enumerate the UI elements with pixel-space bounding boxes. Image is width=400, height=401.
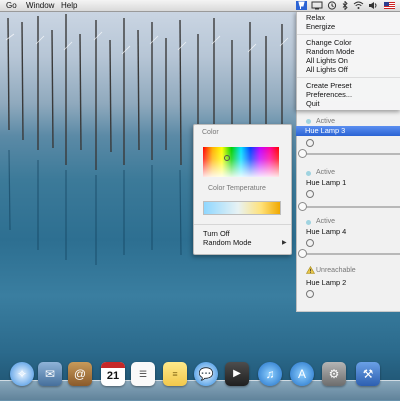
calendar-header — [101, 362, 125, 368]
brightness-slider[interactable] — [302, 153, 400, 155]
color-temperature-label: Color Temperature — [208, 185, 266, 192]
menu-item-create-preset[interactable]: Create Preset — [306, 81, 352, 90]
random-mode-submenu[interactable]: Random Mode — [203, 238, 251, 247]
gear-icon[interactable] — [306, 290, 314, 298]
brightness-slider[interactable] — [302, 206, 400, 208]
menu-bar: Go Window Help — [0, 0, 400, 12]
itunes-icon[interactable]: ♫ — [258, 362, 282, 386]
active-status-dot — [306, 171, 311, 176]
brightness-slider-knob[interactable] — [298, 249, 307, 258]
gear-icon[interactable] — [306, 190, 314, 198]
menu-separator — [297, 34, 400, 35]
notes-icon[interactable]: ≡ — [163, 362, 187, 386]
volume-icon[interactable] — [368, 1, 378, 10]
menu-help[interactable]: Help — [61, 0, 77, 11]
facetime-icon[interactable]: ▶ — [225, 362, 249, 386]
bluetooth-icon[interactable] — [341, 0, 349, 11]
menu-item-relax[interactable]: Relax — [306, 13, 325, 22]
calendar-day: 21 — [106, 370, 120, 382]
popover-separator — [194, 224, 291, 225]
menu-separator — [297, 77, 400, 78]
messages-icon[interactable]: 💬 — [194, 362, 218, 386]
menu-item-energize[interactable]: Energize — [306, 22, 335, 31]
active-status-dot — [306, 119, 311, 124]
app-store-icon[interactable]: A — [290, 362, 314, 386]
hue-dropdown-menu: Relax Energize Change Color Random Mode … — [296, 11, 400, 110]
color-label: Color — [202, 129, 219, 136]
warning-icon — [306, 266, 315, 274]
flag-icon[interactable] — [384, 1, 395, 10]
submenu-arrow-icon: ▶ — [282, 240, 287, 246]
reminders-icon[interactable]: ☰ — [131, 362, 155, 386]
lamp-status: Active — [316, 118, 336, 125]
lamp-row-selected[interactable]: Hue Lamp 3 — [296, 126, 400, 136]
active-status-dot — [306, 220, 311, 225]
menu-window[interactable]: Window — [26, 0, 54, 11]
color-spectrum-picker[interactable] — [203, 147, 279, 177]
gear-icon[interactable] — [306, 139, 314, 147]
brightness-slider[interactable] — [302, 253, 400, 255]
wifi-icon[interactable] — [353, 1, 364, 10]
turn-off-button[interactable]: Turn Off — [203, 229, 230, 238]
lamp-panel-hue-lamp-3: Active — [296, 110, 400, 163]
menu-item-preferences[interactable]: Preferences... — [306, 90, 352, 99]
dock: ✧ ✉ @ 21 ☰ ≡ 💬 ▶ ♫ A ⚙ ⚒ — [0, 358, 400, 401]
mail-icon[interactable]: ✉ — [38, 362, 62, 386]
contacts-icon[interactable]: @ — [68, 362, 92, 386]
xcode-icon[interactable]: ⚒ — [356, 362, 380, 386]
hue-icon[interactable] — [296, 1, 307, 10]
lamp-status: Unreachable — [316, 267, 356, 274]
menu-item-all-lights-off[interactable]: All Lights Off — [306, 65, 348, 74]
time-machine-icon[interactable] — [327, 1, 337, 10]
menu-item-all-lights-on[interactable]: All Lights On — [306, 56, 348, 65]
lamp-name[interactable]: Hue Lamp 1 — [306, 178, 346, 187]
lamp-name: Hue Lamp 3 — [305, 126, 346, 135]
safari-icon[interactable]: ✧ — [10, 362, 34, 386]
calendar-icon[interactable]: 21 — [101, 362, 125, 386]
lamp-status: Active — [316, 169, 336, 176]
menu-item-random-mode[interactable]: Random Mode — [306, 47, 354, 56]
lamp-name[interactable]: Hue Lamp 2 — [306, 278, 346, 287]
lamp-panel-hue-lamp-1: Active Hue Lamp 1 — [296, 162, 400, 212]
lamp-panel-hue-lamp-2: Unreachable Hue Lamp 2 — [296, 261, 400, 312]
menu-item-quit[interactable]: Quit — [306, 99, 320, 108]
menu-item-change-color[interactable]: Change Color — [306, 38, 352, 47]
lamp-status: Active — [316, 218, 336, 225]
brightness-slider-knob[interactable] — [298, 149, 307, 158]
brightness-slider-knob[interactable] — [298, 202, 307, 211]
color-picker-cursor[interactable] — [224, 155, 230, 161]
menu-go[interactable]: Go — [6, 0, 17, 11]
color-popover: Color Color Temperature Turn Off Random … — [193, 124, 292, 255]
system-preferences-icon[interactable]: ⚙ — [322, 362, 346, 386]
color-temperature-slider[interactable] — [203, 201, 281, 215]
display-icon[interactable] — [311, 1, 323, 10]
lamp-panel-hue-lamp-4: Active Hue Lamp 4 — [296, 211, 400, 262]
gear-icon[interactable] — [306, 239, 314, 247]
lamp-name[interactable]: Hue Lamp 4 — [306, 227, 346, 236]
